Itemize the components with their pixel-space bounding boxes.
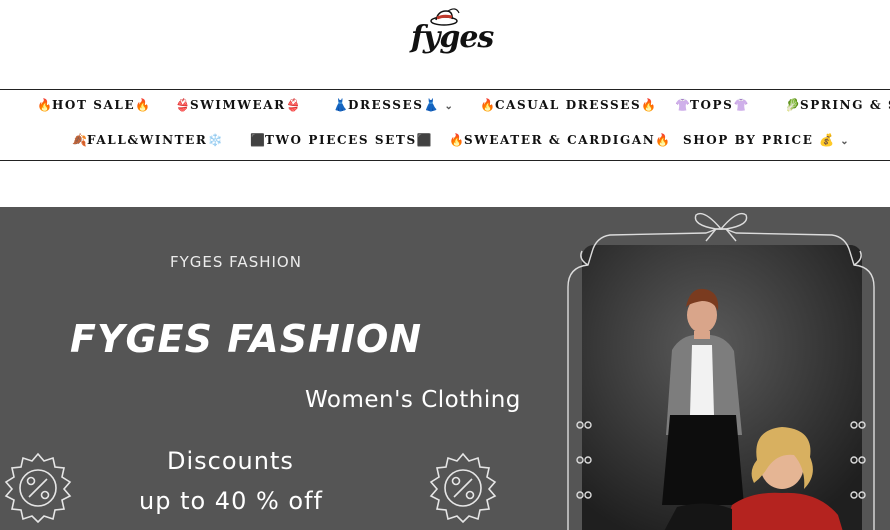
fire-icon: 🔥 [37, 98, 52, 112]
hero-kicker: FYGES FASHION [170, 253, 302, 271]
money-bag-icon: 💰 [819, 133, 835, 147]
nav-label: FALL&WINTER [86, 133, 208, 147]
black-square-icon: ⬛ [250, 133, 265, 147]
dress-icon: 👗 [423, 98, 439, 112]
nav-label: HOT SALE [51, 98, 136, 112]
hero-discount-line1: Discounts [167, 447, 294, 475]
nav-label: CASUAL DRESSES [494, 98, 642, 112]
nav-label: TOPS [689, 98, 734, 112]
black-square-icon: ⬛ [416, 133, 432, 147]
hero-title: FYGES FASHION [70, 317, 423, 361]
nav-label: DRESSES [347, 98, 424, 112]
nav-label: SWIMWEAR [189, 98, 286, 112]
nav-row-secondary: 🍂FALL&WINTER❄️ ⬛TWO PIECES SETS⬛ 🔥SWEATE… [0, 126, 890, 156]
site-logo[interactable]: fyges [411, 20, 494, 55]
chevron-down-icon[interactable]: ⌄ [840, 136, 848, 147]
chevron-down-icon[interactable]: ⌄ [445, 101, 453, 112]
swimsuit-icon: 👙 [175, 98, 190, 112]
nav-item-casual-dresses[interactable]: 🔥CASUAL DRESSES🔥 [480, 98, 656, 112]
dress-icon: 👗 [333, 98, 348, 112]
fire-icon: 🔥 [449, 133, 464, 147]
fire-icon: 🔥 [135, 98, 151, 112]
main-nav: 🔥HOT SALE🔥 👙SWIMWEAR👙 👗DRESSES👗 ⌄ 🔥CASUAL… [0, 89, 890, 161]
nav-label: TWO PIECES SETS [264, 133, 417, 147]
nav-item-sweater-cardigan[interactable]: 🔥SWEATER & CARDIGAN🔥 [449, 133, 670, 147]
hero-banner[interactable]: FYGES FASHION FYGES FASHION Women's Clot… [0, 207, 890, 530]
hero-discount-line2: up to 40 % off [139, 487, 323, 515]
hero-subtitle: Women's Clothing [305, 387, 521, 413]
swimsuit-icon: 👙 [285, 98, 301, 112]
percent-badge-icon [429, 452, 497, 524]
nav-label: SWEATER & CARDIGAN [463, 133, 656, 147]
nav-label: SHOP BY PRICE [683, 133, 814, 147]
nav-item-swimwear[interactable]: 👙SWIMWEAR👙 [175, 98, 301, 112]
nav-item-fall-winter[interactable]: 🍂FALL&WINTER❄️ [72, 133, 222, 147]
nav-item-spring-summer[interactable]: 🥬SPRING & SU [785, 98, 890, 112]
autumn-leaf-icon: 🍂 [72, 133, 87, 147]
nav-label: SPRING & SU [799, 98, 890, 112]
site-header: fyges [0, 0, 890, 90]
leaf-icon: 🥬 [785, 98, 800, 112]
nav-row-primary: 🔥HOT SALE🔥 👙SWIMWEAR👙 👗DRESSES👗 ⌄ 🔥CASUAL… [0, 91, 890, 121]
nav-item-two-pieces-sets[interactable]: ⬛TWO PIECES SETS⬛ [250, 133, 432, 147]
fire-icon: 🔥 [641, 98, 657, 112]
fire-icon: 🔥 [480, 98, 495, 112]
snowflake-icon: ❄️ [207, 133, 223, 147]
nav-item-tops[interactable]: 👚TOPS👚 [675, 98, 748, 112]
gift-frame-decoration [567, 212, 875, 530]
nav-item-shop-by-price[interactable]: SHOP BY PRICE 💰 ⌄ [683, 133, 849, 147]
fire-icon: 🔥 [655, 133, 671, 147]
nav-item-hot-sale[interactable]: 🔥HOT SALE🔥 [37, 98, 150, 112]
nav-item-dresses[interactable]: 👗DRESSES👗 ⌄ [333, 98, 453, 112]
shirt-icon: 👚 [733, 98, 749, 112]
percent-badge-icon [4, 452, 72, 524]
shirt-icon: 👚 [675, 98, 690, 112]
